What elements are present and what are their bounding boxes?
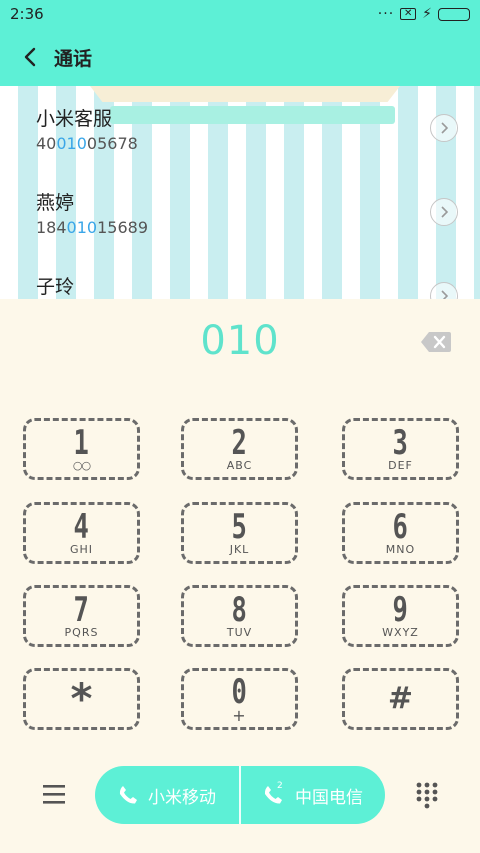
dialed-number-display: 010 <box>200 318 280 364</box>
contact-name: 燕婷 <box>36 192 75 214</box>
key-1[interactable]: 1 ○○ <box>23 418 140 480</box>
key-hash[interactable]: # <box>342 668 459 730</box>
name-highlight-bar <box>110 106 395 124</box>
notification-icon: ✕ <box>400 8 417 20</box>
key-2[interactable]: 2 ABC <box>181 418 298 480</box>
sim2-label: 中国电信 <box>295 787 363 808</box>
contact-name: 子玲 <box>36 276 75 298</box>
result-item-contact[interactable]: 燕婷 18401015689 <box>0 170 480 254</box>
key-4[interactable]: 4 GHI <box>23 502 140 564</box>
status-time: 2:36 <box>10 5 44 23</box>
search-results[interactable]: 小米客服 4001005678 燕婷 18401015689 子玲 <box>0 86 480 299</box>
status-bar: 2:36 ··· ✕ ⚡ <box>0 0 480 28</box>
key-8[interactable]: 8 TUV <box>181 585 298 647</box>
dialpad-icon[interactable] <box>416 782 438 810</box>
page-title: 通话 <box>54 47 93 70</box>
result-item-contact[interactable]: 小米客服 4001005678 <box>0 86 480 170</box>
contact-detail-chevron-icon[interactable] <box>430 114 458 142</box>
call-sim1-button[interactable]: 小米移动 <box>95 766 239 824</box>
call-buttons: 小米移动 2 中国电信 <box>95 766 385 824</box>
contact-number: 4001005678 <box>36 134 138 153</box>
more-dots-icon: ··· <box>377 6 395 22</box>
key-3[interactable]: 3 DEF <box>342 418 459 480</box>
key-9[interactable]: 9 WXYZ <box>342 585 459 647</box>
battery-icon <box>438 7 470 21</box>
sim1-label: 小米移动 <box>148 787 216 808</box>
charging-icon: ⚡ <box>422 6 432 22</box>
result-item-contact[interactable]: 子玲 <box>0 254 480 299</box>
back-arrow-icon[interactable] <box>18 45 42 69</box>
backspace-icon[interactable] <box>420 331 452 353</box>
call-divider <box>239 766 241 824</box>
contact-detail-chevron-icon[interactable] <box>430 282 458 299</box>
key-0[interactable]: 0 + <box>181 668 298 730</box>
key-5[interactable]: 5 JKL <box>181 502 298 564</box>
contact-name: 小米客服 <box>36 108 113 130</box>
contact-number: 18401015689 <box>36 218 148 237</box>
status-icons: ··· ✕ ⚡ <box>378 6 470 22</box>
bottom-bar: 小米移动 2 中国电信 <box>0 766 480 826</box>
key-6[interactable]: 6 MNO <box>342 502 459 564</box>
contact-detail-chevron-icon[interactable] <box>430 198 458 226</box>
app-bar: 通话 <box>0 28 480 86</box>
menu-icon[interactable] <box>42 783 66 805</box>
key-star[interactable]: * <box>23 668 140 730</box>
key-7[interactable]: 7 PQRS <box>23 585 140 647</box>
phone-sim2-icon: 2 <box>263 781 285 805</box>
phone-icon <box>119 786 137 804</box>
call-sim2-button[interactable]: 2 中国电信 <box>241 766 385 824</box>
